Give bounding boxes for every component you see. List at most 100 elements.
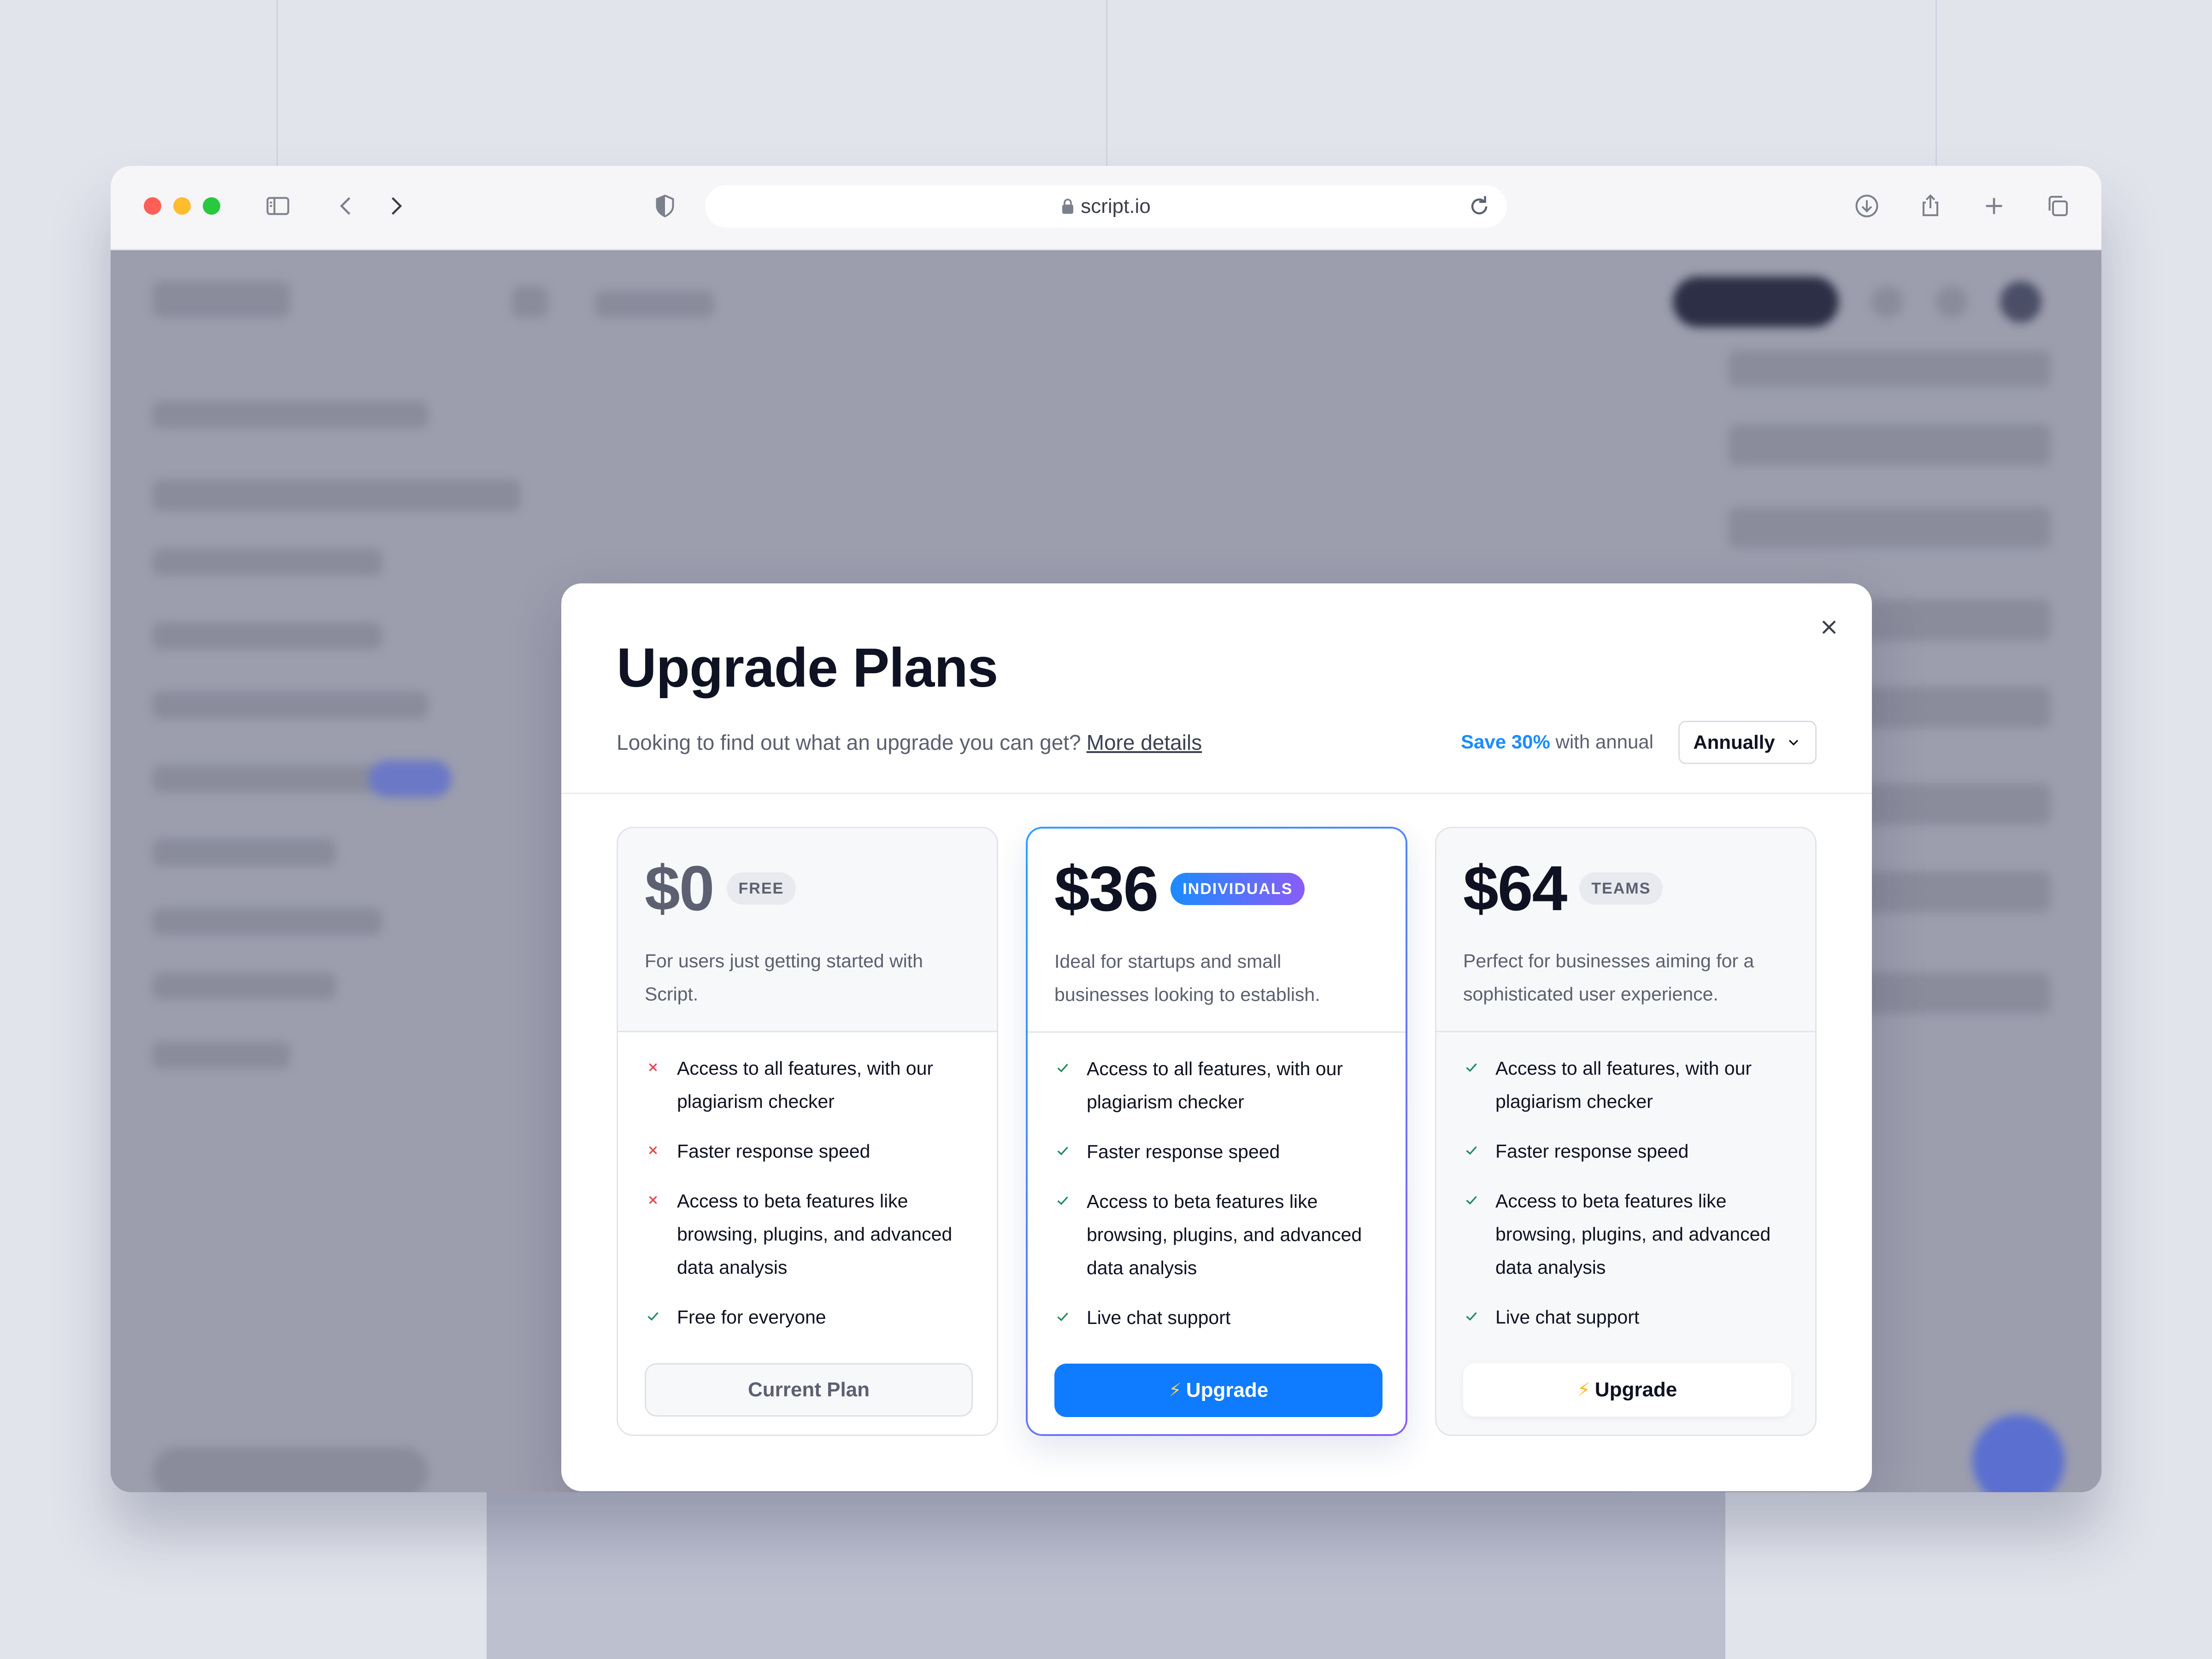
- minimize-window-button[interactable]: [173, 197, 191, 215]
- feature-text: Access to all features, with our plagiar…: [1087, 1058, 1343, 1112]
- check-icon: [1466, 1146, 1477, 1155]
- app-user-row: [152, 1447, 429, 1492]
- check-icon: [1466, 1196, 1477, 1205]
- feature-item: Free for everyone: [645, 1300, 977, 1334]
- app-title: [594, 290, 714, 318]
- chevron-down-icon: [1788, 740, 1798, 746]
- modal-title: Upgrade Plans: [617, 637, 998, 699]
- guide-line: [1936, 0, 1937, 166]
- app-sidebar-row: [152, 548, 382, 576]
- zoom-window-button[interactable]: [203, 197, 220, 215]
- forward-icon[interactable]: [379, 189, 413, 223]
- modal-subtitle: Looking to find out what an upgrade you …: [617, 730, 1202, 755]
- feature-text: Faster response speed: [677, 1141, 871, 1162]
- check-icon: [1057, 1196, 1068, 1205]
- browser-window: script.io Upgrade Plans Looking to find …: [111, 166, 2101, 1492]
- lock-icon: [1062, 199, 1074, 214]
- check-icon: [1057, 1064, 1068, 1072]
- plan-features-panel: Access to all features, with our plagiar…: [618, 1032, 997, 1435]
- feature-text: Live chat support: [1495, 1306, 1640, 1328]
- feature-item: Access to beta features like browsing, p…: [1463, 1184, 1795, 1284]
- backdrop-panel: [487, 1489, 1725, 1659]
- plan-badge: INDIVIDUALS: [1171, 873, 1305, 905]
- app-sidebar-badge: [369, 760, 452, 797]
- plan-description: Perfect for businesses aiming for a soph…: [1463, 950, 1754, 1005]
- plan-card-free: $0 FREE For users just getting started w…: [617, 827, 998, 1436]
- app-fab: [1972, 1415, 2065, 1492]
- feature-list: Access to all features, with our plagiar…: [645, 1052, 977, 1350]
- app-right-row: [1728, 350, 2051, 387]
- app-sidebar-row: [152, 1041, 290, 1069]
- feature-item: Live chat support: [1463, 1300, 1795, 1334]
- tab-overview-icon[interactable]: [2041, 189, 2075, 223]
- feature-list: Access to all features, with our plagiar…: [1054, 1052, 1386, 1351]
- app-icon: [1936, 286, 1968, 318]
- subtitle-text: Looking to find out what an upgrade you …: [617, 730, 1081, 754]
- app-primary-button: [1673, 276, 1839, 327]
- feature-text: Live chat support: [1087, 1307, 1231, 1328]
- current-plan-button[interactable]: Current Plan: [645, 1363, 973, 1417]
- upgrade-modal: Upgrade Plans Looking to find out what a…: [561, 583, 1872, 1491]
- billing-period-value: Annually: [1693, 731, 1775, 753]
- app-avatar: [2000, 281, 2041, 323]
- guide-line: [1106, 0, 1107, 166]
- app-sidebar-row: [152, 972, 336, 1000]
- plan-header: $36 INDIVIDUALS Ideal for startups and s…: [1028, 829, 1406, 1031]
- upgrade-button-teams[interactable]: ⚡ Upgrade: [1463, 1363, 1791, 1417]
- plan-price: $36: [1054, 853, 1159, 924]
- plan-badge: FREE: [726, 872, 796, 905]
- close-icon[interactable]: [1814, 612, 1844, 642]
- upgrade-button-individuals[interactable]: ⚡ Upgrade: [1054, 1364, 1382, 1417]
- plan-card-teams: $64 TEAMS Perfect for businesses aiming …: [1435, 827, 1817, 1436]
- button-label: Upgrade: [1186, 1379, 1269, 1401]
- plan-price: $0: [645, 853, 714, 924]
- annual-savings-note: Save 30% with annual: [1461, 731, 1653, 753]
- button-label: Upgrade: [1594, 1378, 1677, 1401]
- check-icon: [1057, 1312, 1068, 1321]
- app-sidebar-row: [152, 839, 336, 866]
- plan-badge: TEAMS: [1579, 872, 1663, 905]
- feature-item: Access to beta features like browsing, p…: [645, 1184, 977, 1284]
- feature-item: Access to all features, with our plagiar…: [1054, 1052, 1386, 1118]
- feature-item: Faster response speed: [645, 1135, 977, 1168]
- feature-text: Access to all features, with our plagiar…: [1495, 1058, 1752, 1112]
- sidebar-toggle-icon[interactable]: [261, 189, 295, 223]
- check-icon: [1057, 1147, 1068, 1155]
- more-details-link[interactable]: More details: [1087, 730, 1202, 754]
- plan-header: $0 FREE For users just getting started w…: [618, 828, 997, 1031]
- close-window-button[interactable]: [144, 197, 161, 215]
- app-sidebar-row: [152, 765, 382, 793]
- share-icon[interactable]: [1913, 189, 1947, 223]
- feature-text: Faster response speed: [1087, 1141, 1280, 1162]
- shield-icon[interactable]: [648, 189, 682, 223]
- feature-text: Free for everyone: [677, 1306, 826, 1328]
- billing-period-select[interactable]: Annually: [1678, 721, 1817, 764]
- back-icon[interactable]: [329, 189, 363, 223]
- app-logo: [152, 281, 290, 318]
- new-tab-icon[interactable]: [1977, 189, 2011, 223]
- check-icon: [647, 1312, 659, 1321]
- reload-icon[interactable]: [1465, 193, 1493, 220]
- feature-text: Access to all features, with our plagiar…: [677, 1058, 934, 1112]
- plan-features-panel: Access to all features, with our plagiar…: [1028, 1033, 1406, 1434]
- feature-list: Access to all features, with our plagiar…: [1463, 1052, 1795, 1350]
- app-right-row: [1728, 507, 2051, 548]
- lightning-icon: ⚡: [1577, 1380, 1590, 1400]
- button-label: Current Plan: [747, 1378, 870, 1401]
- cross-icon: [649, 1063, 657, 1071]
- lightning-icon: ⚡: [1168, 1380, 1182, 1400]
- save-percent: Save 30%: [1461, 731, 1550, 753]
- feature-item: Faster response speed: [1054, 1135, 1386, 1168]
- check-icon: [1466, 1312, 1477, 1321]
- download-icon[interactable]: [1850, 189, 1884, 223]
- plan-description: Ideal for startups and small businesses …: [1054, 951, 1320, 1005]
- url-text: script.io: [1081, 195, 1151, 218]
- feature-item: Access to all features, with our plagiar…: [1463, 1052, 1795, 1118]
- feature-item: Access to beta features like browsing, p…: [1054, 1185, 1386, 1284]
- plan-description: For users just getting started with Scri…: [645, 950, 923, 1005]
- feature-text: Access to beta features like browsing, p…: [1495, 1190, 1771, 1278]
- address-bar[interactable]: script.io: [705, 185, 1507, 228]
- app-icon: [1871, 286, 1903, 318]
- plan-price: $64: [1463, 853, 1567, 924]
- app-sidebar-row: [152, 622, 382, 650]
